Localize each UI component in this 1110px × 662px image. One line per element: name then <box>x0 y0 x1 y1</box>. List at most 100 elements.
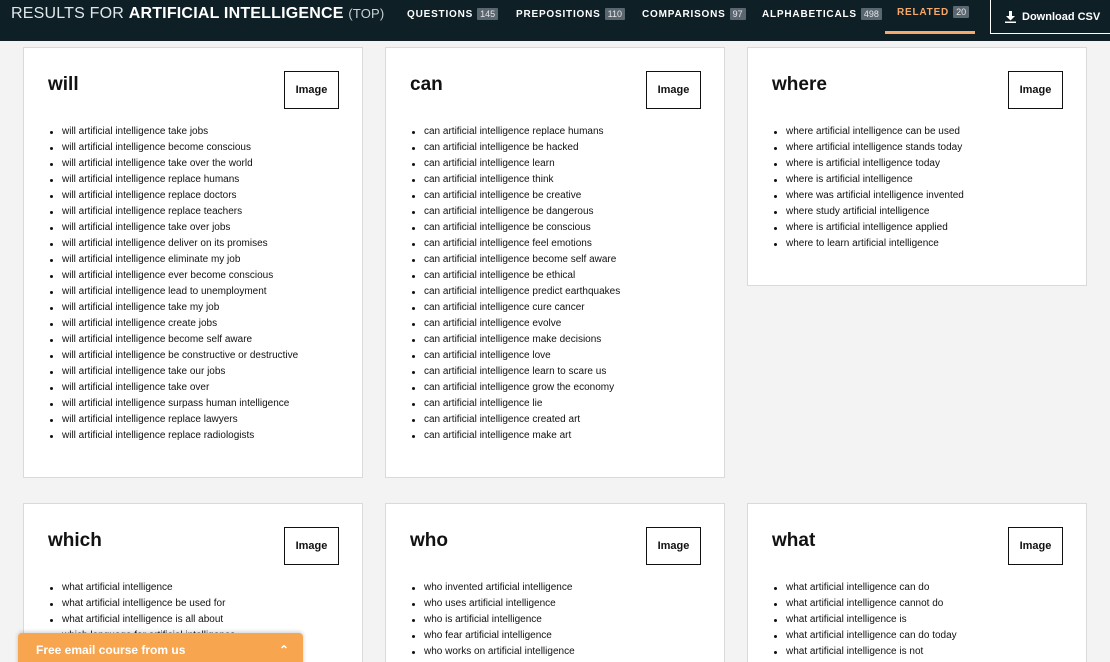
suggestion-item[interactable]: can artificial intelligence grow the eco… <box>411 380 620 396</box>
image-button[interactable]: Image <box>646 527 701 565</box>
suggestion-item[interactable]: what artificial intelligence can do toda… <box>774 628 1002 644</box>
suggestion-item[interactable]: where is artificial intelligence today <box>774 156 964 172</box>
suggestion-item[interactable]: where artificial intelligence stands tod… <box>774 140 964 156</box>
tab-count-badge: 20 <box>953 6 970 18</box>
suggestion-item[interactable]: who is artificial intelligence <box>412 612 575 628</box>
results-card-where: where Image where artificial intelligenc… <box>747 47 1087 286</box>
tab-comparisons[interactable]: COMPARISONS 97 <box>642 0 746 34</box>
suggestion-item[interactable]: what artificial intelligence can do <box>774 580 1002 596</box>
image-button[interactable]: Image <box>1008 527 1063 565</box>
suggestion-item[interactable]: who fear artificial intelligence <box>412 628 575 644</box>
tab-prepositions[interactable]: PREPOSITIONS 110 <box>516 0 625 34</box>
image-button[interactable]: Image <box>284 71 339 109</box>
suggestion-item[interactable]: will artificial intelligence take over j… <box>49 220 298 236</box>
tab-count-badge: 97 <box>729 8 746 20</box>
suggestion-item[interactable]: what artificial intelligence cannot do <box>774 596 1002 612</box>
suggestion-item[interactable]: can artificial intelligence be dangerous <box>411 204 620 220</box>
suggestion-item[interactable]: will artificial intelligence become cons… <box>49 140 298 156</box>
suggestion-item[interactable]: can artificial intelligence think <box>411 172 620 188</box>
suggestion-item[interactable]: will artificial intelligence take my job <box>49 300 298 316</box>
tab-label: QUESTIONS <box>407 9 474 20</box>
suggestion-item[interactable]: will artificial intelligence replace rad… <box>49 428 298 444</box>
title-mode: (TOP) <box>348 6 385 21</box>
card-title: will <box>48 74 79 95</box>
suggestion-item[interactable]: what artificial intelligence is all abou… <box>49 612 235 628</box>
suggestion-item[interactable]: will artificial intelligence create jobs <box>49 316 298 332</box>
suggestion-item[interactable]: where to learn artificial intelligence <box>774 236 964 252</box>
suggestion-item[interactable]: will artificial intelligence lead to une… <box>49 284 298 300</box>
suggestion-item[interactable]: will artificial intelligence take over <box>49 380 298 396</box>
suggestion-item[interactable]: will artificial intelligence take over t… <box>49 156 298 172</box>
suggestion-item[interactable]: what artificial intelligence <box>49 580 235 596</box>
image-button[interactable]: Image <box>1008 71 1063 109</box>
suggestion-item[interactable]: will artificial intelligence become self… <box>49 332 298 348</box>
suggestion-item[interactable]: where was artificial intelligence invent… <box>774 188 964 204</box>
card-title: where <box>772 74 827 95</box>
suggestion-item[interactable]: can artificial intelligence become self … <box>411 252 620 268</box>
suggestion-item[interactable]: can artificial intelligence predict eart… <box>411 284 620 300</box>
suggestion-item[interactable]: where is artificial intelligence applied <box>774 220 964 236</box>
suggestion-item[interactable]: can artificial intelligence created art <box>411 412 620 428</box>
results-card-who: who Image who invented artificial intell… <box>385 503 725 662</box>
suggestion-item[interactable]: who uses artificial intelligence <box>412 596 575 612</box>
suggestion-item[interactable]: will artificial intelligence ever become… <box>49 268 298 284</box>
tab-alphabeticals[interactable]: ALPHABETICALS 498 <box>762 0 882 34</box>
suggestion-item[interactable]: who invented artificial intelligence <box>412 580 575 596</box>
suggestion-item[interactable]: where artificial intelligence can be use… <box>774 124 964 140</box>
suggestion-item[interactable]: will artificial intelligence replace law… <box>49 412 298 428</box>
suggestion-item[interactable]: can artificial intelligence lie <box>411 396 620 412</box>
tab-questions[interactable]: QUESTIONS 145 <box>407 0 499 34</box>
suggestion-item[interactable]: can artificial intelligence be creative <box>411 188 620 204</box>
suggestion-item[interactable]: will artificial intelligence take jobs <box>49 124 298 140</box>
download-icon <box>1005 10 1016 23</box>
suggestion-item[interactable]: can artificial intelligence learn to sca… <box>411 364 620 380</box>
download-csv-label: Download CSV <box>1022 10 1101 23</box>
tab-label: ALPHABETICALS <box>762 9 857 20</box>
page-title: RESULTS FOR ARTIFICIAL INTELLIGENCE (TOP… <box>11 5 384 23</box>
tab-count-badge: 110 <box>604 8 625 20</box>
suggestion-item[interactable]: can artificial intelligence be conscious <box>411 220 620 236</box>
suggestion-item[interactable]: will artificial intelligence replace tea… <box>49 204 298 220</box>
download-csv-button[interactable]: Download CSV <box>990 0 1110 34</box>
email-course-banner[interactable]: Free email course from us ⌃ <box>18 633 303 662</box>
suggestion-item[interactable]: can artificial intelligence make art <box>411 428 620 444</box>
suggestion-item[interactable]: will artificial intelligence surpass hum… <box>49 396 298 412</box>
suggestion-item[interactable]: can artificial intelligence feel emotion… <box>411 236 620 252</box>
tab-count-badge: 498 <box>860 8 882 20</box>
email-course-label: Free email course from us <box>36 643 186 657</box>
tab-label: PREPOSITIONS <box>516 9 601 20</box>
image-button[interactable]: Image <box>284 527 339 565</box>
suggestion-item[interactable]: can artificial intelligence love <box>411 348 620 364</box>
suggestion-item[interactable]: can artificial intelligence cure cancer <box>411 300 620 316</box>
suggestion-item[interactable]: can artificial intelligence evolve <box>411 316 620 332</box>
suggestion-item[interactable]: can artificial intelligence make decisio… <box>411 332 620 348</box>
suggestion-item[interactable]: where study artificial intelligence <box>774 204 964 220</box>
suggestion-item[interactable]: what artificial intelligence is <box>774 612 1002 628</box>
results-card-can: can Image can artificial intelligence re… <box>385 47 725 478</box>
suggestion-list: will artificial intelligence take jobs wi… <box>49 124 298 444</box>
tab-related[interactable]: RELATED 20 <box>885 0 975 34</box>
chevron-up-icon[interactable]: ⌃ <box>279 643 289 657</box>
results-card-what: what Image what artificial intelligence … <box>747 503 1087 662</box>
suggestion-list: who invented artificial intelligence who … <box>412 580 575 662</box>
suggestion-item[interactable]: can artificial intelligence be ethical <box>411 268 620 284</box>
suggestion-item[interactable]: what artificial intelligence is not <box>774 644 1002 660</box>
tab-label: RELATED <box>897 7 950 18</box>
card-title: can <box>410 74 443 95</box>
suggestion-item[interactable]: will artificial intelligence deliver on … <box>49 236 298 252</box>
tab-label: COMPARISONS <box>642 9 726 20</box>
suggestion-item[interactable]: will artificial intelligence replace doc… <box>49 188 298 204</box>
suggestion-item[interactable]: will artificial intelligence replace hum… <box>49 172 298 188</box>
card-title: who <box>410 530 448 551</box>
card-title: what <box>772 530 816 551</box>
suggestion-item[interactable]: can artificial intelligence replace huma… <box>411 124 620 140</box>
suggestion-item[interactable]: will artificial intelligence take our jo… <box>49 364 298 380</box>
image-button[interactable]: Image <box>646 71 701 109</box>
suggestion-item[interactable]: where is artificial intelligence <box>774 172 964 188</box>
suggestion-item[interactable]: will artificial intelligence eliminate m… <box>49 252 298 268</box>
suggestion-item[interactable]: can artificial intelligence be hacked <box>411 140 620 156</box>
suggestion-item[interactable]: who works on artificial intelligence <box>412 644 575 660</box>
suggestion-item[interactable]: will artificial intelligence be construc… <box>49 348 298 364</box>
suggestion-item[interactable]: can artificial intelligence learn <box>411 156 620 172</box>
suggestion-item[interactable]: what artificial intelligence be used for <box>49 596 235 612</box>
